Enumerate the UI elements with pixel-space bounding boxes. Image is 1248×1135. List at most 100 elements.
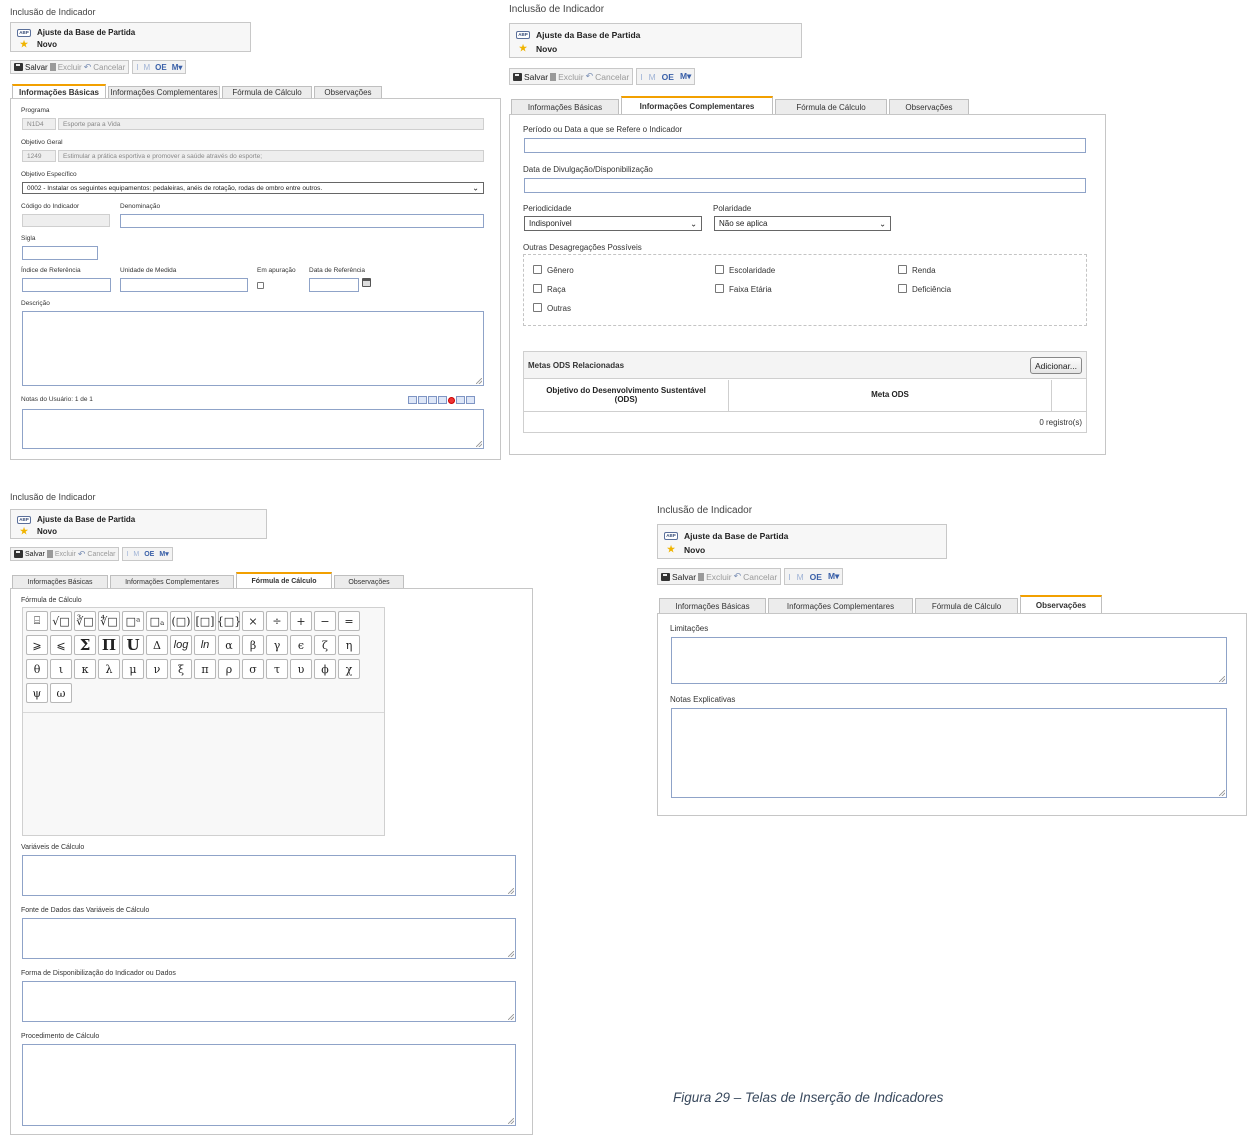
symbol-button[interactable]: η	[338, 635, 360, 655]
symbol-button[interactable]: ρ	[218, 659, 240, 679]
symbol-button[interactable]: (□)	[170, 611, 192, 631]
symbol-button[interactable]: [□]	[194, 611, 216, 631]
tool-mp-button[interactable]: M▾	[172, 63, 183, 72]
cancel-button[interactable]: ↶ Cancelar	[586, 71, 630, 82]
tab-complementares[interactable]: Informações Complementares	[110, 575, 234, 588]
tool-mp-button[interactable]: M▾	[680, 71, 691, 82]
symbol-button[interactable]: β	[242, 635, 264, 655]
limitacoes-field[interactable]	[671, 637, 1227, 684]
prev-icon[interactable]	[418, 396, 427, 404]
cancel-button[interactable]: ↶ Cancelar	[734, 571, 778, 582]
symbol-button[interactable]: Π	[98, 635, 120, 655]
add-ods-button[interactable]: Adicionar...	[1030, 357, 1082, 374]
delete-note-icon[interactable]	[448, 397, 455, 404]
polaridade-select[interactable]: Não se aplica ⌄	[714, 216, 891, 231]
tool-m-button[interactable]: M	[133, 551, 139, 558]
symbol-button[interactable]: ψ	[26, 683, 48, 703]
first-icon[interactable]	[408, 396, 417, 404]
save-note-icon[interactable]	[428, 396, 437, 404]
procedimento-field[interactable]	[22, 1044, 516, 1126]
apuracao-checkbox[interactable]	[257, 282, 264, 289]
divulgacao-field[interactable]	[524, 178, 1086, 193]
symbol-button[interactable]: Σ	[74, 635, 96, 655]
tool-oe-button[interactable]: OE	[155, 63, 167, 72]
symbol-button[interactable]: ν	[146, 659, 168, 679]
tool-i-button[interactable]: I	[126, 551, 128, 558]
symbol-button[interactable]: {□}	[217, 611, 241, 631]
tool-oe-button[interactable]: OE	[144, 551, 154, 558]
tab-observacoes[interactable]: Observações	[1020, 595, 1102, 613]
symbol-button[interactable]: ∜□	[98, 611, 120, 631]
delete-button[interactable]: Excluir	[46, 550, 76, 558]
symbol-button[interactable]: π	[194, 659, 216, 679]
symbol-button[interactable]: χ	[338, 659, 360, 679]
save-button[interactable]: Salvar	[661, 572, 696, 582]
delete-button[interactable]: Excluir	[698, 572, 732, 582]
symbol-button[interactable]: ⩽	[50, 635, 72, 655]
tool-mp-button[interactable]: M▾	[159, 550, 168, 558]
symbol-button[interactable]: ⩾	[26, 635, 48, 655]
descricao-field[interactable]	[22, 311, 484, 386]
variaveis-field[interactable]	[22, 855, 516, 896]
next-icon[interactable]	[456, 396, 465, 404]
last-icon[interactable]	[466, 396, 475, 404]
save-button[interactable]: Salvar	[14, 63, 48, 72]
symbol-button[interactable]: +	[290, 611, 312, 631]
checkbox-faixa-etaria[interactable]	[715, 284, 724, 293]
tab-observacoes[interactable]: Observações	[334, 575, 404, 588]
symbol-button[interactable]: ⌸	[26, 611, 48, 631]
tool-i-button[interactable]: I	[640, 72, 642, 82]
checkbox-renda[interactable]	[898, 265, 907, 274]
delete-button[interactable]: Excluir	[49, 63, 82, 72]
symbol-button[interactable]: τ	[266, 659, 288, 679]
tab-observacoes[interactable]: Observações	[889, 99, 969, 114]
save-button[interactable]: Salvar	[14, 550, 45, 558]
cancel-button[interactable]: ↶ Cancelar	[78, 549, 116, 560]
symbol-button[interactable]: σ	[242, 659, 264, 679]
symbol-button[interactable]: ζ	[314, 635, 336, 655]
tab-basic[interactable]: Informações Básicas	[511, 99, 619, 114]
symbol-button[interactable]: −	[314, 611, 336, 631]
forma-field[interactable]	[22, 981, 516, 1022]
sigla-field[interactable]	[22, 246, 98, 260]
symbol-button[interactable]: ∛□	[74, 611, 96, 631]
checkbox-escolaridade[interactable]	[715, 265, 724, 274]
checkbox-deficiencia[interactable]	[898, 284, 907, 293]
indice-field[interactable]	[22, 278, 111, 292]
fonte-field[interactable]	[22, 918, 516, 959]
formula-input-area[interactable]	[23, 712, 384, 835]
tab-basic[interactable]: Informações Básicas	[659, 598, 766, 613]
tab-complementares[interactable]: Informações Complementares	[108, 86, 220, 98]
save-button[interactable]: Salvar	[513, 72, 548, 82]
symbol-button[interactable]: ι	[50, 659, 72, 679]
tool-i-button[interactable]: I	[136, 63, 138, 72]
tab-basic[interactable]: Informações Básicas	[12, 575, 108, 588]
delete-button[interactable]: Excluir	[550, 72, 584, 82]
symbol-button[interactable]: U	[122, 635, 144, 655]
symbol-button[interactable]: ln	[194, 635, 216, 655]
cancel-button[interactable]: ↶ Cancelar	[84, 62, 126, 73]
symbol-button[interactable]: α	[218, 635, 240, 655]
symbol-button[interactable]: υ	[290, 659, 312, 679]
symbol-button[interactable]: ×	[242, 611, 264, 631]
symbol-button[interactable]: ÷	[266, 611, 288, 631]
symbol-button[interactable]: ϵ	[290, 635, 312, 655]
calendar-icon[interactable]	[362, 278, 371, 287]
symbol-button[interactable]: ω	[50, 683, 72, 703]
symbol-button[interactable]: λ	[98, 659, 120, 679]
symbol-button[interactable]: ϕ	[314, 659, 336, 679]
tool-m-button[interactable]: M	[797, 572, 804, 582]
tab-formula[interactable]: Fórmula de Cálculo	[222, 86, 312, 98]
symbol-button[interactable]: √□	[50, 611, 72, 631]
new-note-icon[interactable]	[438, 396, 447, 404]
tab-complementares[interactable]: Informações Complementares	[768, 598, 913, 613]
tool-m-button[interactable]: M	[144, 63, 151, 72]
symbol-button[interactable]: μ	[122, 659, 144, 679]
checkbox-genero[interactable]	[533, 265, 542, 274]
symbol-button[interactable]: ξ	[170, 659, 192, 679]
symbol-button[interactable]: γ	[266, 635, 288, 655]
periodicidade-select[interactable]: Indisponível ⌄	[524, 216, 702, 231]
tool-oe-button[interactable]: OE	[662, 72, 674, 82]
periodo-field[interactable]	[524, 138, 1086, 153]
symbol-button[interactable]: □ₐ	[146, 611, 168, 631]
